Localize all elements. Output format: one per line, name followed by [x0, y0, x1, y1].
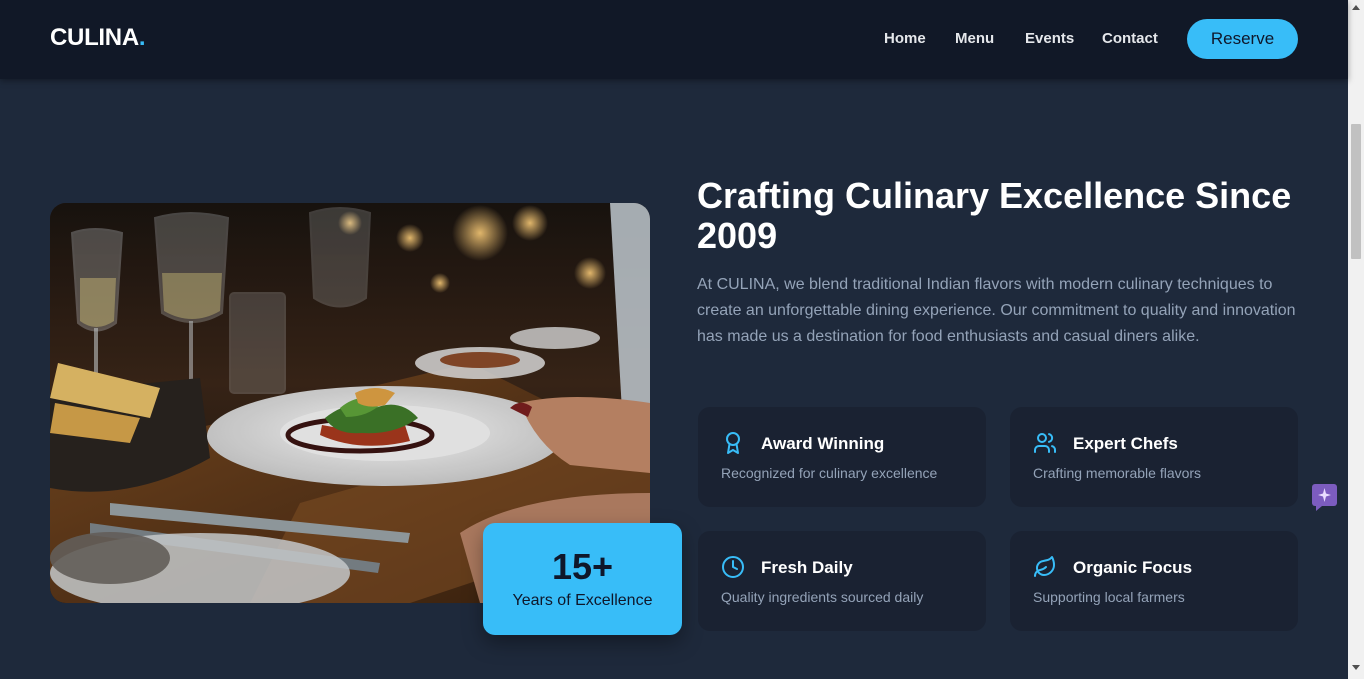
scroll-thumb[interactable] — [1351, 124, 1361, 259]
reserve-button[interactable]: Reserve — [1187, 19, 1298, 59]
nav-contact[interactable]: Contact — [1102, 30, 1158, 47]
award-icon — [721, 431, 745, 455]
logo-dot: . — [138, 24, 146, 51]
clock-icon — [721, 555, 745, 579]
feature-card-organic: Organic Focus Supporting local farmers — [1010, 531, 1298, 631]
feature-title: Organic Focus — [1073, 558, 1193, 577]
feature-card-fresh: Fresh Daily Quality ingredients sourced … — [698, 531, 986, 631]
years-badge: 15+ Years of Excellence — [483, 523, 682, 635]
scroll-up-arrow-icon[interactable] — [1352, 5, 1360, 10]
feature-text: Supporting local farmers — [1033, 589, 1185, 605]
feature-text: Quality ingredients sourced daily — [721, 589, 924, 605]
logo-text: CULINA — [50, 24, 139, 51]
page-scrollbar[interactable] — [1348, 0, 1364, 679]
feature-text: Crafting memorable flavors — [1033, 465, 1202, 481]
users-icon — [1033, 431, 1057, 455]
nav-menu[interactable]: Menu — [955, 30, 994, 47]
scroll-down-arrow-icon[interactable] — [1352, 665, 1360, 670]
section-title: Crafting Culinary Excellence Since 2009 — [697, 175, 1292, 256]
years-number: 15+ — [551, 546, 614, 587]
feature-card-chefs: Expert Chefs Crafting memorable flavors — [1010, 407, 1298, 507]
sparkle-icon — [1318, 488, 1331, 502]
site-header: CULINA. Home Menu Events Contact Reserve — [0, 0, 1348, 79]
logo[interactable]: CULINA. — [50, 24, 146, 52]
feature-title: Fresh Daily — [761, 558, 853, 577]
feature-text: Recognized for culinary excellence — [721, 465, 938, 481]
years-label: Years of Excellence — [512, 592, 653, 609]
sparkle-chat-icon[interactable] — [1312, 484, 1337, 511]
section-description: At CULINA, we blend traditional Indian f… — [697, 276, 1296, 345]
nav-home[interactable]: Home — [884, 30, 926, 47]
feature-title: Award Winning — [761, 434, 885, 453]
feature-title: Expert Chefs — [1073, 434, 1178, 453]
nav-events[interactable]: Events — [1025, 30, 1074, 47]
leaf-icon — [1033, 555, 1057, 579]
feature-card-award: Award Winning Recognized for culinary ex… — [698, 407, 986, 507]
